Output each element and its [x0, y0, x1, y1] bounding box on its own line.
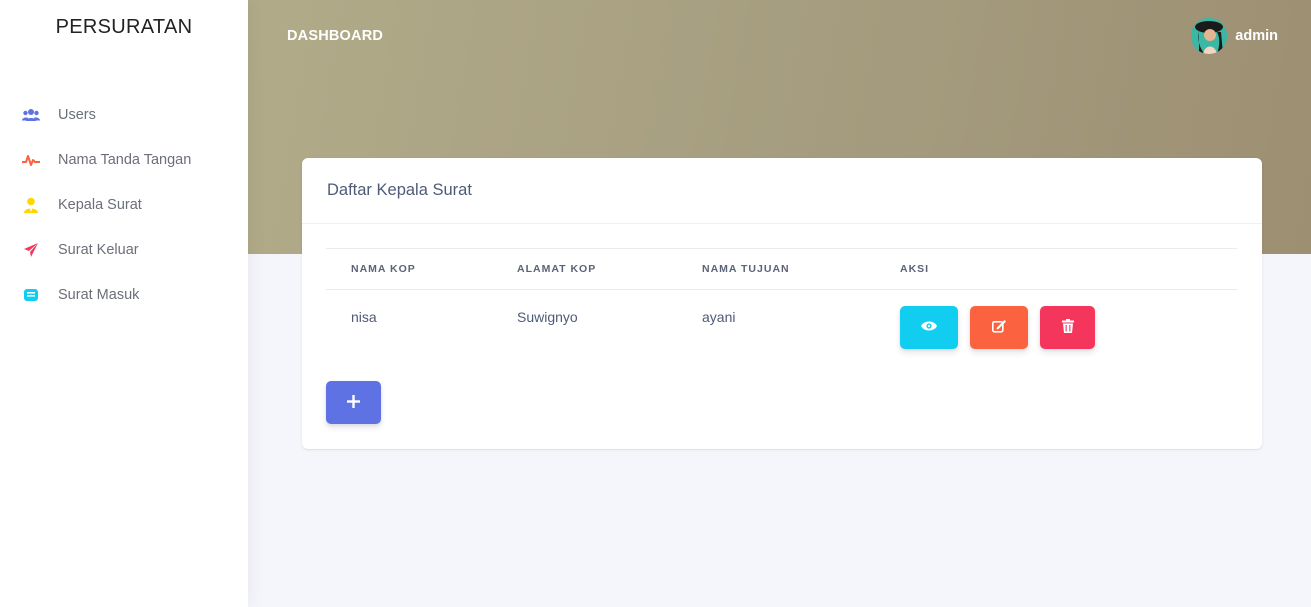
view-button[interactable]: [900, 306, 958, 349]
sidebar-nav: Users Nama Tanda Tangan Kepala Surat Sur…: [0, 92, 248, 317]
sidebar: PERSURATAN Users Nama Tanda Tangan Kepal…: [0, 0, 248, 607]
users-icon: [22, 106, 40, 124]
sidebar-item-users[interactable]: Users: [0, 92, 248, 137]
brand-title[interactable]: PERSURATAN: [0, 16, 248, 39]
cell-alamat-kop: Suwignyo: [517, 309, 578, 325]
card-header: Daftar Kepala Surat: [302, 158, 1262, 224]
sidebar-item-surat-keluar[interactable]: Surat Keluar: [0, 227, 248, 272]
sidebar-item-label: Users: [58, 106, 96, 123]
sidebar-item-nama-tanda-tangan[interactable]: Nama Tanda Tangan: [0, 137, 248, 182]
plus-icon: [347, 394, 360, 411]
edit-icon: [991, 319, 1007, 336]
column-header-aksi: AKSI: [875, 248, 1237, 290]
user-tie-icon: [22, 196, 40, 214]
table-row: nisa Suwignyo ayani: [326, 290, 1237, 364]
column-header-nama-tujuan: NAMA TUJUAN: [677, 248, 875, 290]
eye-icon: [921, 320, 937, 335]
add-button[interactable]: [326, 381, 381, 424]
cell-aksi: [875, 290, 1237, 364]
kepala-surat-table: NAMA KOP ALAMAT KOP NAMA TUJUAN AKSI nis…: [326, 248, 1237, 364]
inbox-icon: [22, 286, 40, 304]
delete-button[interactable]: [1040, 306, 1095, 349]
sidebar-item-label: Surat Masuk: [58, 286, 140, 303]
column-header-alamat-kop: ALAMAT KOP: [492, 248, 677, 290]
pulse-icon: [22, 151, 40, 169]
main-content: DASHBOARD admin Daftar Kepala Surat NAMA…: [248, 0, 1311, 607]
user-menu[interactable]: admin: [1191, 18, 1278, 54]
sidebar-item-label: Kepala Surat: [58, 196, 142, 213]
sidebar-item-surat-masuk[interactable]: Surat Masuk: [0, 272, 248, 317]
user-name: admin: [1235, 28, 1278, 44]
trash-icon: [1061, 319, 1074, 336]
sidebar-item-kepala-surat[interactable]: Kepala Surat: [0, 182, 248, 227]
sidebar-item-label: Nama Tanda Tangan: [58, 151, 192, 168]
paper-plane-icon: [22, 241, 40, 259]
edit-button[interactable]: [970, 306, 1028, 349]
column-header-nama-kop: NAMA KOP: [326, 248, 492, 290]
cell-nama-tujuan: ayani: [702, 309, 736, 325]
sidebar-item-label: Surat Keluar: [58, 241, 139, 258]
table-header-row: NAMA KOP ALAMAT KOP NAMA TUJUAN AKSI: [326, 248, 1237, 290]
avatar: [1191, 18, 1228, 54]
cell-nama-kop: nisa: [351, 309, 377, 325]
card-title: Daftar Kepala Surat: [327, 181, 472, 199]
kepala-surat-card: Daftar Kepala Surat NAMA KOP ALAMAT KOP …: [302, 158, 1262, 449]
page-title[interactable]: DASHBOARD: [287, 28, 383, 44]
